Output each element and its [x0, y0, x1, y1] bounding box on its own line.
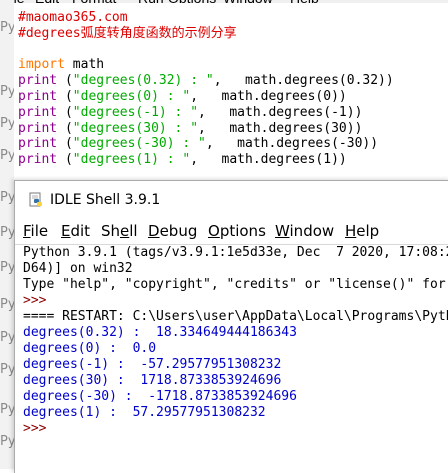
gutter-label: Py	[0, 362, 14, 377]
menu-help[interactable]: Help	[345, 221, 379, 241]
code-token: #degrees弧度转角度函数的示例分享	[18, 25, 237, 41]
shell-output-line: Python 3.9.1 (tags/v3.9.1:1e5d33e, Dec 7…	[23, 245, 448, 260]
menu-debug[interactable]: Debug	[148, 221, 197, 241]
code-token: "degrees(-1) : "	[72, 104, 199, 120]
shell-output-line: degrees(0.32) : 18.334649444186343	[23, 325, 297, 340]
code-token: "degrees(0) : "	[72, 88, 191, 104]
gutter-label: Py	[0, 297, 14, 312]
code-token: print	[18, 120, 58, 136]
code-token: (	[57, 136, 73, 152]
code-line: #maomao365.com	[18, 10, 394, 26]
gutter-label: Py	[0, 84, 14, 99]
menu-label-part: F	[23, 222, 31, 240]
shell-output-line: Type "help", "copyright", "credits" or "…	[23, 277, 446, 292]
menu-label-part: dit	[70, 222, 91, 240]
shell-titlebar[interactable]: IDLE Shell 3.9.1	[15, 181, 448, 218]
code-token: print	[18, 88, 58, 104]
code-line: print ("degrees(0) : ", math.degrees(0))	[18, 89, 394, 105]
editor-gutter: Py Py Py Py Py Py Py Py Py Py Py Py	[0, 0, 14, 469]
shell-output-line: ==== RESTART: C:\Users\user\AppData\Loca…	[23, 309, 448, 324]
gutter-label: Py	[0, 434, 14, 449]
idle-python-icon	[29, 192, 42, 207]
shell-output-line: degrees(30) : 1718.8733853924696	[23, 373, 282, 388]
code-line: print ("degrees(30) : ", math.degrees(30…	[18, 121, 394, 137]
menu-options[interactable]: Options	[208, 221, 266, 241]
code-token: print	[18, 152, 58, 168]
idle-shell-window: IDLE Shell 3.9.1 File Edit Shell Debug Optio…	[14, 180, 448, 473]
code-token: , math.degrees(30))	[198, 120, 363, 136]
code-token: "degrees(-30) : "	[72, 136, 206, 152]
code-token: (	[57, 104, 73, 120]
gutter-label: Py	[0, 148, 14, 163]
gutter-label: Py	[0, 402, 14, 417]
editor-menu-item[interactable]: Run	[138, 0, 164, 3]
code-line: print ("degrees(-1) : ", math.degrees(-1…	[18, 105, 394, 121]
menu-label-part: e	[120, 222, 130, 240]
code-token: , math.degrees(-1))	[198, 104, 363, 120]
menu-label-part: ebug	[159, 222, 198, 240]
window-title: IDLE Shell 3.9.1	[50, 192, 161, 208]
menu-shell[interactable]: Shell	[101, 221, 138, 241]
editor-menu-item[interactable]: Edit	[35, 0, 59, 3]
editor-menubar: FileEditFormatRunOptionsWindowHelp	[0, 0, 448, 3]
code-token: #maomao365.com	[18, 10, 128, 25]
menu-label-part: indow	[289, 222, 335, 240]
code-token: "degrees(1) : "	[72, 152, 191, 168]
code-token: (	[57, 88, 73, 104]
editor-menu-item[interactable]: Window	[223, 0, 273, 3]
code-token: (	[57, 120, 73, 136]
editor-menu-item[interactable]: Options	[168, 0, 216, 3]
shell-output-line: D64)] on win32	[23, 261, 133, 276]
code-line: print ("degrees(-30) : ", math.degrees(-…	[18, 136, 394, 152]
gutter-label: Py	[0, 260, 14, 275]
menu-label-part: ll	[129, 222, 138, 240]
code-token: print	[18, 73, 58, 89]
menu-file[interactable]: File	[23, 221, 48, 241]
menu-label-part: W	[275, 222, 290, 240]
shell-prompt: >>>	[23, 293, 55, 308]
menu-window[interactable]: Window	[275, 221, 334, 241]
menu-label-part: D	[148, 222, 160, 240]
menu-label-part: O	[208, 222, 220, 240]
shell-output-line: degrees(-1) : -57.29577951308232	[23, 357, 282, 372]
gutter-label: Py	[0, 20, 14, 35]
menu-label-part: ptions	[219, 222, 266, 240]
menu-label-part: ile	[30, 222, 49, 240]
code-token: (	[57, 152, 73, 168]
code-token: print	[18, 136, 58, 152]
menu-label-part: H	[345, 222, 357, 240]
gutter-label: Py	[0, 225, 14, 240]
code-token: "degrees(30) : "	[72, 120, 199, 136]
shell-prompt: >>>	[23, 421, 55, 436]
menu-label-part: elp	[356, 222, 380, 240]
shell-output-line: degrees(1) : 57.29577951308232	[23, 405, 266, 420]
gutter-label: Py	[0, 330, 14, 345]
editor-menu-item[interactable]: Help	[290, 0, 319, 3]
code-token: print	[18, 104, 58, 120]
code-line: print ("degrees(1) : ", math.degrees(1))	[18, 152, 394, 168]
menu-edit[interactable]: Edit	[61, 221, 90, 241]
code-token: (	[57, 73, 73, 89]
editor-code-area[interactable]: #maomao365.com #degrees弧度转角度函数的示例分享 import…	[18, 10, 394, 168]
code-token: import	[18, 57, 65, 73]
menu-label-part: Sh	[101, 222, 121, 240]
shell-output-line: degrees(0) : 0.0	[23, 341, 157, 356]
code-line: #degrees弧度转角度函数的示例分享	[18, 26, 394, 42]
shell-output-area[interactable]: Python 3.9.1 (tags/v3.9.1:1e5d33e, Dec 7…	[23, 245, 448, 473]
code-token: "degrees(0.32) : "	[72, 73, 214, 89]
code-token: , math.degrees(-30))	[205, 136, 379, 152]
gutter-label: Py	[0, 190, 14, 205]
code-line: import math	[18, 57, 394, 73]
code-token: , math.degrees(1))	[190, 152, 347, 168]
code-token: , math.degrees(0.32))	[213, 73, 394, 89]
shell-menubar: File Edit Shell Debug Options Window Help	[15, 218, 448, 244]
gutter-label: Py	[0, 116, 14, 131]
editor-menu-item[interactable]: Format	[72, 0, 116, 3]
code-token: , math.degrees(0))	[190, 88, 347, 104]
code-token: math	[64, 57, 105, 73]
shell-output-line: degrees(-30) : -1718.8733853924696	[23, 389, 297, 404]
code-line: print ("degrees(0.32) : ", math.degrees(…	[18, 73, 394, 89]
